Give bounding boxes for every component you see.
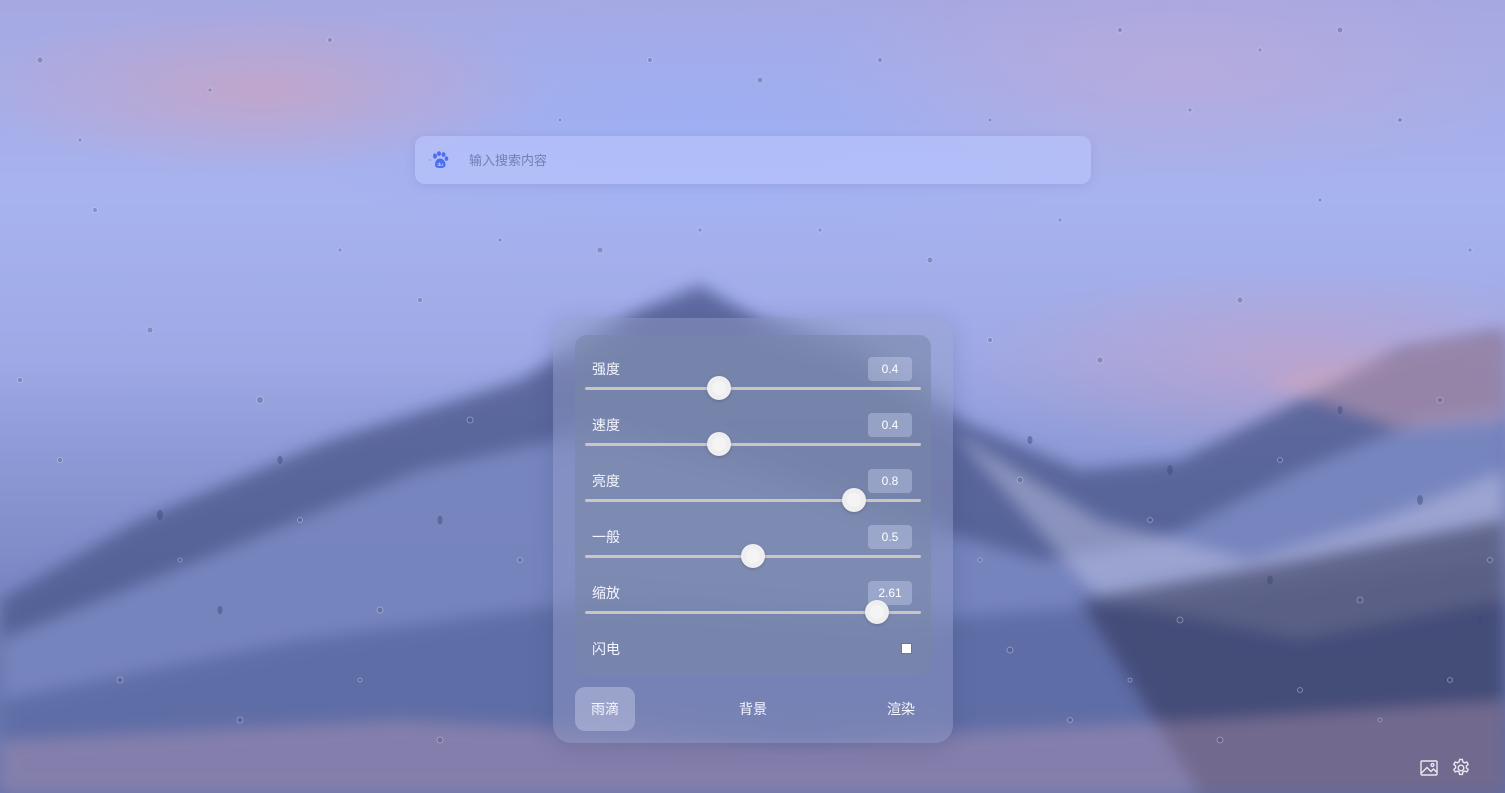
search-bar: du (415, 136, 1091, 184)
slider-value[interactable]: 0.8 (868, 469, 912, 493)
svg-text:du: du (438, 162, 444, 167)
slider-label: 缩放 (592, 585, 620, 601)
gear-icon[interactable] (1450, 757, 1472, 779)
slider-track[interactable] (585, 488, 921, 512)
slider-thumb[interactable] (741, 544, 765, 568)
settings-card: 强度 0.4 速度 0.4 亮度 0.8 一般 0.5 缩放 2.61 闪电 (575, 335, 931, 676)
slider-track[interactable] (585, 600, 921, 624)
rain-settings-panel: 强度 0.4 速度 0.4 亮度 0.8 一般 0.5 缩放 2.61 闪电 雨… (553, 318, 953, 743)
slider-track[interactable] (585, 544, 921, 568)
slider-thumb[interactable] (865, 600, 890, 624)
slider-value[interactable]: 0.4 (868, 357, 912, 381)
toggle-label: 闪电 (592, 641, 620, 657)
slider-value[interactable]: 0.5 (868, 525, 912, 549)
image-icon[interactable] (1418, 757, 1440, 779)
slider-label: 亮度 (592, 473, 620, 489)
slider-thumb[interactable] (841, 488, 866, 512)
slider-thumb[interactable] (707, 376, 732, 400)
slider-label: 速度 (592, 417, 620, 433)
slider-track[interactable] (585, 376, 921, 400)
tab-background[interactable]: 背景 (723, 687, 783, 731)
slider-label: 一般 (592, 529, 620, 545)
slider-track[interactable] (585, 432, 921, 456)
panel-tabs: 雨滴 背景 渲染 (575, 687, 931, 731)
lightning-checkbox[interactable] (901, 643, 912, 654)
slider-value[interactable]: 0.4 (868, 413, 912, 437)
tab-render[interactable]: 渲染 (871, 687, 931, 731)
slider-thumb[interactable] (707, 432, 732, 456)
tab-raindrops[interactable]: 雨滴 (575, 687, 635, 731)
search-input[interactable] (467, 151, 1091, 169)
slider-label: 强度 (592, 361, 620, 377)
baidu-paw-icon[interactable]: du (429, 149, 451, 171)
